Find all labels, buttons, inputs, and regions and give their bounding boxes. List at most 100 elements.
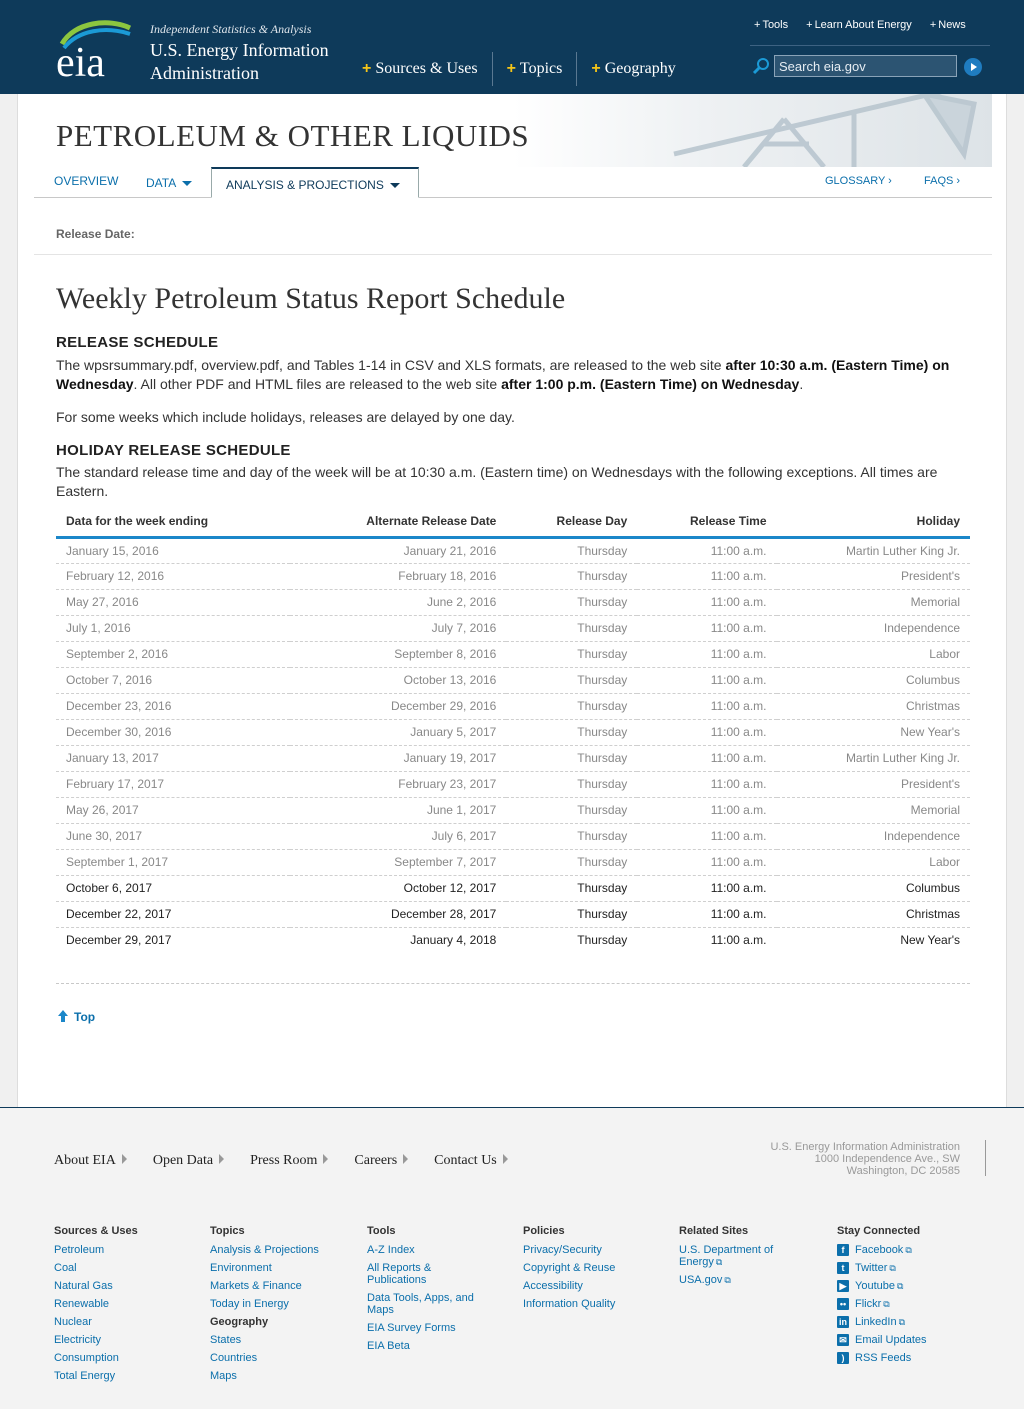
divider (56, 983, 970, 984)
plus-icon: + (362, 60, 372, 77)
faqs-link[interactable]: FAQS › (924, 175, 960, 187)
util-news[interactable]: + News (930, 19, 966, 31)
table-cell: February 23, 2017 (289, 771, 507, 798)
util-learn[interactable]: + Learn About Energy (806, 19, 912, 31)
table-cell: 11:00 a.m. (710, 933, 767, 948)
footer-link[interactable]: Accessibility (523, 1280, 615, 1292)
table-cell: December 28, 2017 (289, 901, 507, 928)
footer-link[interactable]: Total Energy (54, 1370, 138, 1382)
table-row: December 30, 2016 January 5, 2017 Thursday… (56, 719, 970, 746)
address-line: U.S. Energy Information Administration (770, 1141, 960, 1153)
youtube-link[interactable]: ▶ Youtube ⧉ (837, 1280, 927, 1292)
footer-link[interactable]: Renewable (54, 1298, 138, 1310)
footer-nav-open-data[interactable]: Open Data (153, 1153, 225, 1169)
flickr-icon: •• (837, 1298, 849, 1310)
nav-geography[interactable]: + Geography (576, 52, 689, 86)
util-tools[interactable]: + Tools (754, 19, 788, 31)
footer-nav-label: Contact Us (434, 1153, 497, 1168)
eia-logo[interactable]: eia (54, 18, 134, 80)
footer-link[interactable]: Electricity (54, 1334, 138, 1346)
footer-link[interactable]: States (210, 1334, 319, 1346)
external-link-icon: ⧉ (715, 1257, 723, 1267)
external-link-icon: ⧉ (898, 1317, 906, 1327)
link-label: LinkedIn (855, 1316, 897, 1328)
table-cell: Martin Luther King Jr. (776, 745, 970, 772)
table-cell: Thursday (506, 693, 638, 720)
footer-col-heading: Related Sites (679, 1225, 749, 1237)
holiday-schedule-table: Data for the week ending Alternate Relea… (56, 507, 970, 953)
footer-link[interactable]: Countries (210, 1352, 319, 1364)
table-body: January 15, 2016 January 21, 2016 Thursday… (56, 537, 970, 953)
footer-link[interactable]: U.S. Department of Energy ⧉ (679, 1244, 789, 1268)
footer-link[interactable]: Petroleum (54, 1244, 138, 1256)
table-row: December 29, 2017 January 4, 2018 Thursday… (56, 927, 970, 953)
main-nav: + Sources & Uses + Topics + Geography (360, 52, 690, 86)
table-cell: Memorial (776, 797, 970, 824)
footer-link[interactable]: All Reports & Publications (367, 1262, 477, 1286)
holiday-schedule-text: The standard release time and day of the… (56, 464, 938, 499)
table-cell: October 12, 2017 (289, 875, 507, 902)
footer-link[interactable]: Today in Energy (210, 1298, 319, 1310)
footer-nav-careers[interactable]: Careers (354, 1153, 409, 1169)
table-cell: Independence (776, 615, 970, 642)
footer-link[interactable]: Maps (210, 1370, 319, 1382)
back-to-top-link[interactable]: Top (58, 1010, 95, 1024)
table-cell: Thursday (506, 667, 638, 694)
release-schedule-heading: RELEASE SCHEDULE (56, 334, 219, 351)
footer-nav-contact[interactable]: Contact Us (434, 1153, 508, 1169)
table-row: February 17, 2017 February 23, 2017 Thursd… (56, 771, 970, 798)
facebook-link[interactable]: f Facebook ⧉ (837, 1244, 927, 1256)
footer-link[interactable]: Consumption (54, 1352, 138, 1364)
link-label: Flickr (855, 1298, 882, 1310)
tab-overview[interactable]: OVERVIEW (54, 174, 118, 188)
twitter-link[interactable]: t Twitter ⧉ (837, 1262, 927, 1274)
footer-link[interactable]: Markets & Finance (210, 1280, 319, 1292)
search-input[interactable] (774, 55, 957, 77)
email-updates-link[interactable]: ✉ Email Updates (837, 1334, 927, 1346)
plus-icon: + (929, 19, 937, 31)
tab-data[interactable]: DATA (146, 176, 193, 190)
footer-col-social: Stay Connected f Facebook ⧉ t Twitter ⧉ ▶ You… (837, 1225, 927, 1370)
table-cell: May 27, 2016 (56, 589, 290, 616)
flickr-link[interactable]: •• Flickr ⧉ (837, 1298, 927, 1310)
table-cell: 11:00 a.m. (637, 563, 777, 590)
footer-link[interactable]: Data Tools, Apps, and Maps (367, 1292, 477, 1316)
table-cell: Thursday (506, 615, 638, 642)
footer-link[interactable]: Analysis & Projections (210, 1244, 319, 1256)
column-header: Holiday (776, 507, 970, 539)
glossary-link[interactable]: GLOSSARY › (825, 175, 892, 187)
footer-link[interactable]: Copyright & Reuse (523, 1262, 615, 1274)
footer-nav-press-room[interactable]: Press Room (250, 1153, 329, 1169)
nav-label: Sources & Uses (375, 60, 478, 77)
footer-link[interactable]: Nuclear (54, 1316, 138, 1328)
footer-col-heading: Policies (523, 1225, 565, 1237)
footer-link[interactable]: Privacy/Security (523, 1244, 615, 1256)
nav-topics[interactable]: + Topics (491, 52, 577, 86)
table-cell: 11:00 a.m. (637, 849, 777, 876)
tab-analysis-projections[interactable]: ANALYSIS & PROJECTIONS (211, 167, 419, 198)
footer-link[interactable]: EIA Survey Forms (367, 1322, 477, 1334)
email-icon: ✉ (837, 1334, 849, 1346)
footer-nav-label: Press Room (250, 1153, 318, 1168)
footer-link[interactable]: Coal (54, 1262, 138, 1274)
footer-link[interactable]: USA.gov ⧉ (679, 1274, 789, 1286)
footer-link[interactable]: Natural Gas (54, 1280, 138, 1292)
footer-link[interactable]: EIA Beta (367, 1340, 477, 1352)
footer-link[interactable]: Environment (210, 1262, 319, 1274)
table-cell: 11:00 a.m. (637, 823, 777, 850)
table-header-row: Data for the week ending Alternate Relea… (56, 507, 970, 539)
footer-link[interactable]: Information Quality (523, 1298, 615, 1310)
search-submit-button[interactable] (964, 58, 982, 76)
table-cell: New Year's (776, 719, 970, 746)
arrow-up-icon (58, 1010, 68, 1022)
table-cell: December 29, 2016 (289, 693, 507, 720)
rss-link[interactable]: ) RSS Feeds (837, 1352, 927, 1364)
nav-sources-uses[interactable]: + Sources & Uses (360, 52, 492, 86)
footer-link[interactable]: A-Z Index (367, 1244, 477, 1256)
linkedin-link[interactable]: in LinkedIn ⧉ (837, 1316, 927, 1328)
table-cell: Thursday (506, 875, 638, 902)
link-label: Twitter (855, 1262, 888, 1274)
table-cell: 11:00 a.m. (637, 537, 777, 564)
footer-nav-about[interactable]: About EIA (54, 1153, 127, 1169)
plus-icon: + (754, 19, 761, 31)
